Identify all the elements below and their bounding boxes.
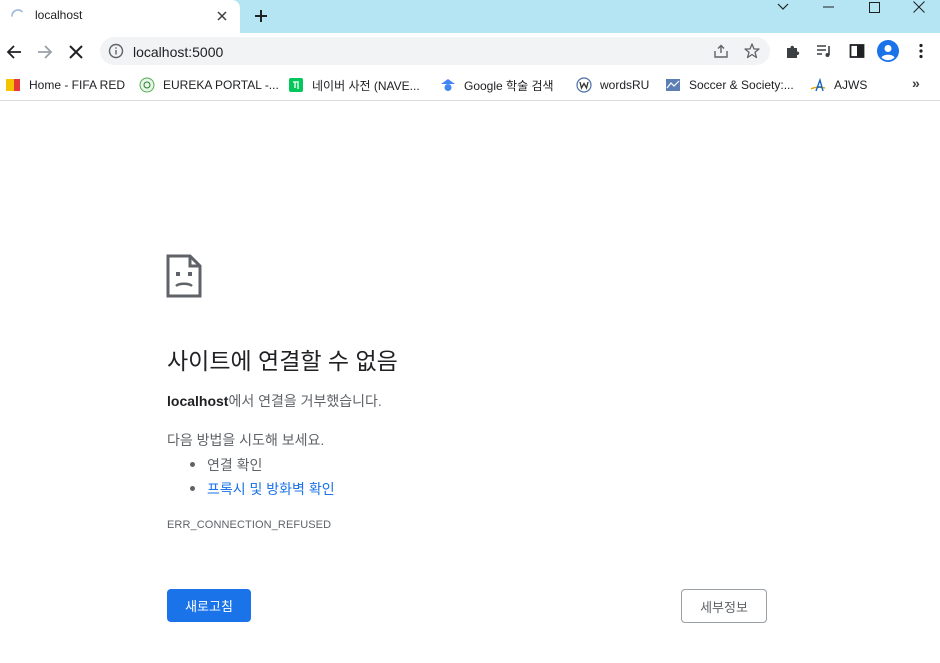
proxy-firewall-link[interactable]: 프록시 및 방화벽 확인 xyxy=(207,479,335,499)
tab-localhost[interactable]: localhost xyxy=(0,0,240,33)
profile-avatar-icon[interactable] xyxy=(876,39,900,63)
bookmark-label: Home - FIFA RED xyxy=(29,78,126,92)
error-host: localhost xyxy=(167,393,229,409)
forward-arrow-icon[interactable] xyxy=(31,38,59,66)
address-bar[interactable]: localhost:5000 xyxy=(100,37,770,65)
bookmark-eureka[interactable]: EUREKA PORTAL -... xyxy=(139,75,279,95)
loading-spinner-icon xyxy=(11,9,23,17)
bookmarks-overflow-icon[interactable]: » xyxy=(912,75,920,91)
error-code: ERR_CONNECTION_REFUSED xyxy=(167,519,332,531)
bullet-icon xyxy=(190,462,195,467)
new-tab-icon[interactable] xyxy=(250,5,272,27)
error-description: localhost에서 연결을 거부했습니다. xyxy=(167,391,382,411)
bookmark-label: Soccer & Society:... xyxy=(689,78,794,92)
reload-button[interactable]: 새로고침 xyxy=(167,589,251,622)
bookmark-google-scholar[interactable]: Google 학술 검색 xyxy=(440,75,554,95)
maximize-icon[interactable] xyxy=(851,0,897,14)
tab-title: localhost xyxy=(35,8,83,22)
eureka-icon xyxy=(139,77,155,93)
back-arrow-icon[interactable] xyxy=(0,38,28,66)
fifa-icon xyxy=(5,77,21,93)
chevron-down-icon[interactable] xyxy=(760,0,806,14)
error-description-text: 에서 연결을 거부했습니다. xyxy=(228,393,382,409)
stop-loading-icon[interactable] xyxy=(62,38,90,66)
details-button[interactable]: 세부정보 xyxy=(681,589,767,623)
sad-page-icon xyxy=(166,254,202,298)
soccer-society-icon xyxy=(665,77,681,93)
bookmark-naver-dictionary[interactable]: 네이버 사전 (NAVE... xyxy=(288,75,420,95)
share-icon[interactable] xyxy=(712,42,730,60)
naver-dictionary-icon xyxy=(288,77,304,93)
url-text[interactable]: localhost:5000 xyxy=(133,44,223,60)
bookmark-wordsru[interactable]: wordsRU xyxy=(576,75,649,95)
bookmark-label: EUREKA PORTAL -... xyxy=(163,78,279,92)
site-info-icon[interactable] xyxy=(108,43,124,59)
bookmark-label: Google 학술 검색 xyxy=(464,78,554,93)
bookmark-star-icon[interactable] xyxy=(743,42,761,60)
side-panel-icon[interactable] xyxy=(845,39,869,63)
error-title: 사이트에 연결할 수 없음 xyxy=(167,348,398,374)
bookmark-label: 네이버 사전 (NAVE... xyxy=(312,78,420,93)
close-icon[interactable] xyxy=(896,0,940,14)
try-suggestions-label: 다음 방법을 시도해 보세요. xyxy=(167,432,325,448)
bookmark-label: wordsRU xyxy=(600,78,650,92)
bookmark-fifa[interactable]: Home - FIFA RED xyxy=(5,75,125,95)
bookmark-soccer-society[interactable]: Soccer & Society:... xyxy=(665,75,794,95)
bookmark-label: AJWS xyxy=(834,78,868,92)
extensions-puzzle-icon[interactable] xyxy=(781,39,805,63)
bullet-icon xyxy=(190,486,195,491)
kebab-menu-icon[interactable] xyxy=(909,39,933,63)
tab-strip: localhost xyxy=(0,0,940,33)
google-scholar-icon xyxy=(440,77,456,93)
minimize-icon[interactable] xyxy=(805,0,851,14)
media-queue-icon[interactable] xyxy=(812,39,836,63)
bookmark-ajws[interactable]: AJWS xyxy=(810,75,867,95)
ajws-icon xyxy=(810,77,826,93)
tab-close-icon[interactable] xyxy=(213,7,231,25)
suggestion-text: 연결 확인 xyxy=(207,457,263,473)
wordsru-icon xyxy=(576,77,592,93)
bookmarks-bar: Home - FIFA RED EUREKA PORTAL -... 네이버 사… xyxy=(0,70,940,101)
browser-toolbar: localhost:5000 xyxy=(0,33,940,70)
